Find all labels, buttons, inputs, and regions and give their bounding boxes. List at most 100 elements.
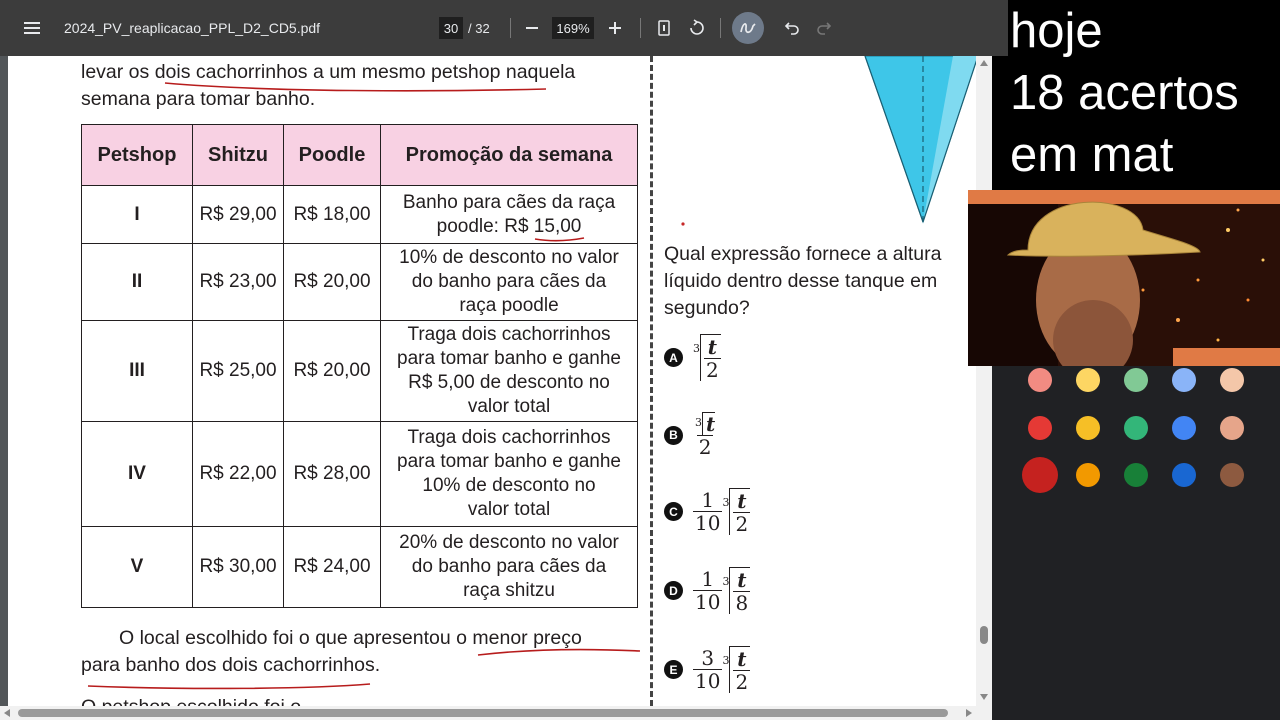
promo-line: do banho para cães da bbox=[411, 271, 607, 292]
scroll-left-arrow-icon[interactable] bbox=[4, 709, 10, 717]
numerator: 3 bbox=[701, 646, 715, 670]
option-c[interactable]: C 1 10 3 t2 bbox=[664, 488, 751, 535]
promo-line: R$ 5,00 de desconto no bbox=[408, 372, 610, 393]
intro-line-2: semana para tomar banho. bbox=[81, 88, 316, 110]
table-header-row: Petshop Shitzu Poodle Promoção da semana bbox=[81, 124, 638, 186]
color-swatch[interactable] bbox=[1076, 416, 1100, 440]
cell-petshop: III bbox=[81, 320, 193, 422]
zoom-input[interactable]: 169% bbox=[552, 17, 594, 39]
zoom-in-icon[interactable] bbox=[605, 16, 625, 40]
redo-icon[interactable] bbox=[814, 16, 834, 40]
radical: t2 bbox=[729, 488, 751, 535]
radicand: t bbox=[702, 412, 716, 435]
color-swatch[interactable] bbox=[1172, 463, 1196, 487]
conclusion-line-1: O local escolhido foi o que apresentou o… bbox=[119, 627, 582, 649]
option-e-expression: 3 10 3 t2 bbox=[693, 646, 751, 694]
promo-line: Traga dois cachorrinhos bbox=[407, 427, 611, 448]
question-line-1: Qual expressão fornece a altura bbox=[664, 243, 942, 265]
color-swatch[interactable] bbox=[1076, 463, 1100, 487]
cell-petshop: II bbox=[81, 243, 193, 321]
promo-line: Banho para cães da raça bbox=[402, 191, 616, 213]
vertical-scrollbar[interactable] bbox=[976, 56, 992, 706]
scroll-down-arrow-icon[interactable] bbox=[980, 694, 988, 700]
cell-poodle: R$ 20,00 bbox=[283, 320, 381, 422]
intro-line-1: levar os dois cachorrinhos a um mesmo pe… bbox=[81, 61, 576, 83]
numerator: t bbox=[737, 568, 747, 592]
fit-page-icon[interactable] bbox=[654, 16, 674, 40]
option-e[interactable]: E 3 10 3 t2 bbox=[664, 646, 751, 694]
promo-line: 10% de desconto no bbox=[422, 475, 596, 496]
denominator: 10 bbox=[693, 669, 723, 693]
overlay-line-1: hoje bbox=[1010, 4, 1103, 58]
cell-shitzu: R$ 29,00 bbox=[192, 185, 284, 244]
vertical-scroll-thumb[interactable] bbox=[980, 626, 988, 644]
numerator: t bbox=[737, 489, 747, 513]
menu-icon[interactable] bbox=[20, 16, 44, 40]
rotate-icon[interactable] bbox=[686, 16, 708, 40]
color-swatch[interactable] bbox=[1172, 368, 1196, 392]
color-swatch[interactable] bbox=[1028, 416, 1052, 440]
cell-poodle: R$ 18,00 bbox=[283, 185, 381, 244]
table-row: I R$ 29,00 R$ 18,00 Banho para cães da r… bbox=[81, 185, 638, 244]
color-palette bbox=[992, 366, 1280, 720]
cell-promo: 20% de desconto no valor do banho para cã… bbox=[380, 526, 638, 608]
question-line-2: líquido dentro desse tanque em bbox=[664, 270, 938, 292]
scroll-up-arrow-icon[interactable] bbox=[980, 60, 988, 66]
zoom-out-icon[interactable] bbox=[522, 16, 542, 40]
promo-line: 20% de desconto no valor bbox=[399, 532, 619, 553]
cone-figure bbox=[864, 56, 976, 224]
promo-line: para tomar banho e ganhe bbox=[397, 348, 621, 369]
cell-promo: 10% de desconto no valor do banho para cã… bbox=[380, 243, 638, 321]
option-letter-badge: E bbox=[664, 660, 683, 679]
color-swatch[interactable] bbox=[1220, 368, 1244, 392]
horizontal-scroll-thumb[interactable] bbox=[18, 709, 948, 717]
cell-petshop: IV bbox=[81, 421, 193, 527]
horizontal-scrollbar[interactable] bbox=[0, 706, 992, 720]
root-index: 3 bbox=[722, 496, 730, 509]
color-swatch[interactable] bbox=[1220, 416, 1244, 440]
cell-promo: Traga dois cachorrinhos para tomar banho … bbox=[380, 421, 638, 527]
numerator: 1 bbox=[701, 488, 715, 512]
color-swatch[interactable] bbox=[1124, 368, 1148, 392]
promo-line: Traga dois cachorrinhos bbox=[407, 324, 611, 345]
denominator: 2 bbox=[696, 435, 714, 459]
scroll-right-arrow-icon[interactable] bbox=[966, 709, 972, 717]
toolbar-divider bbox=[640, 18, 641, 38]
denominator: 10 bbox=[693, 590, 723, 614]
root-index: 3 bbox=[693, 342, 700, 355]
option-a[interactable]: A 3 t2 bbox=[664, 334, 721, 381]
option-b-expression: 3t2 bbox=[693, 412, 717, 458]
draw-annotation-icon[interactable] bbox=[732, 12, 764, 44]
color-swatch[interactable] bbox=[1220, 463, 1244, 487]
color-swatch[interactable] bbox=[1124, 463, 1148, 487]
numerator: t bbox=[707, 335, 717, 359]
color-swatch[interactable] bbox=[1124, 416, 1148, 440]
color-swatch-selected[interactable] bbox=[1022, 457, 1058, 493]
option-b[interactable]: B 3t2 bbox=[664, 412, 717, 458]
promo-line: valor total bbox=[467, 499, 551, 520]
denominator: 2 bbox=[733, 670, 751, 694]
option-d[interactable]: D 1 10 3 t8 bbox=[664, 567, 751, 614]
numerator: t bbox=[737, 647, 747, 671]
stream-text-overlay: hoje 18 acertos em mat bbox=[1008, 0, 1280, 190]
document-viewport[interactable]: levar os dois cachorrinhos a um mesmo pe… bbox=[0, 56, 992, 706]
radical: t2 bbox=[729, 646, 751, 694]
conclusion-line-2: para banho dos dois cachorrinhos. bbox=[81, 654, 381, 676]
promo-line: para tomar banho e ganhe bbox=[397, 451, 621, 472]
color-swatch[interactable] bbox=[1028, 368, 1052, 392]
option-letter-badge: A bbox=[664, 348, 683, 367]
undo-icon[interactable] bbox=[782, 16, 802, 40]
page-number-input[interactable]: 30 bbox=[439, 17, 463, 39]
overlay-line-3: em mat bbox=[1010, 128, 1174, 182]
cell-petshop: I bbox=[81, 185, 193, 244]
cell-poodle: R$ 28,00 bbox=[283, 421, 381, 527]
color-swatch[interactable] bbox=[1076, 368, 1100, 392]
color-swatch[interactable] bbox=[1172, 416, 1196, 440]
promo-line: 10% de desconto no valor bbox=[399, 247, 619, 268]
radical: t8 bbox=[729, 567, 751, 614]
page-total: / 32 bbox=[468, 20, 490, 36]
pdf-toolbar: 2024_PV_reaplicacao_PPL_D2_CD5.pdf 30 / … bbox=[0, 0, 1008, 56]
option-a-expression: 3 t2 bbox=[693, 334, 721, 381]
denominator: 10 bbox=[693, 511, 723, 535]
option-d-expression: 1 10 3 t8 bbox=[693, 567, 751, 614]
